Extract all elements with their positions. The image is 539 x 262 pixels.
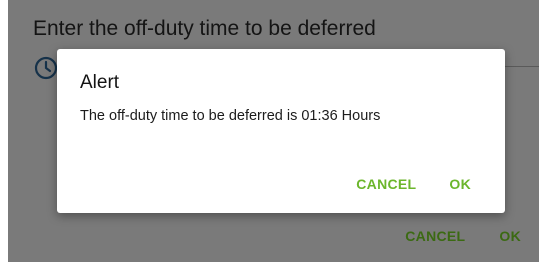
dialog-title: Enter the off-duty time to be deferred <box>33 17 376 40</box>
dialog-actions: CANCEL OK <box>405 228 521 244</box>
clock-icon[interactable] <box>33 55 59 81</box>
alert-title: Alert <box>80 72 120 93</box>
alert-cancel-button[interactable]: CANCEL <box>356 176 416 192</box>
ok-button[interactable]: OK <box>499 228 521 244</box>
cancel-button[interactable]: CANCEL <box>405 228 465 244</box>
alert-message: The off-duty time to be deferred is 01:3… <box>80 108 381 124</box>
alert-actions: CANCEL OK <box>356 176 471 192</box>
alert-ok-button[interactable]: OK <box>449 176 471 192</box>
alert-dialog: Alert The off-duty time to be deferred i… <box>57 49 505 213</box>
